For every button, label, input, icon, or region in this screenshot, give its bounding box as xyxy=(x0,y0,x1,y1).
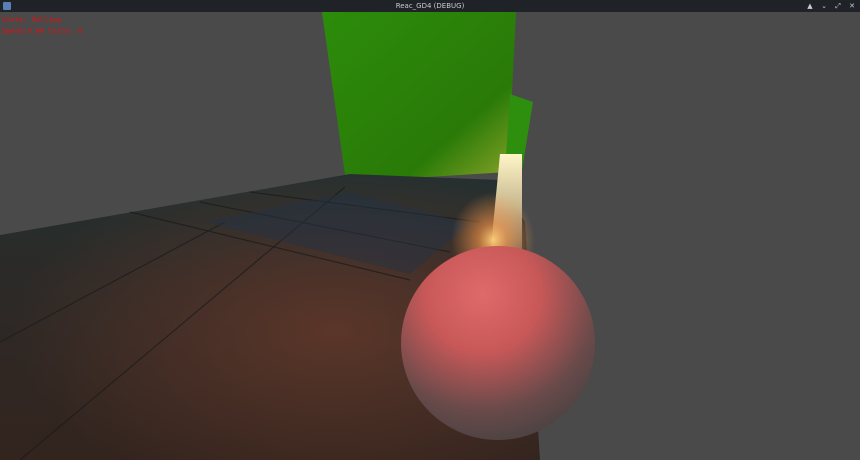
keep-above-icon[interactable]: ▲ xyxy=(806,1,814,11)
scene-render xyxy=(0,12,860,460)
green-wall xyxy=(322,12,516,182)
player-ball xyxy=(401,246,595,440)
maximize-icon[interactable]: ⤢ xyxy=(834,1,842,11)
game-window: Reac_GD4 (DEBUG) ▲ ⌄ ⤢ ✕ State: Rolling … xyxy=(0,0,860,460)
window-controls: ▲ ⌄ ⤢ ✕ xyxy=(806,0,856,12)
state-label: State: Rolling xyxy=(2,16,62,24)
speed-coins-label: Speed:0.00 Coins: 0 xyxy=(2,27,83,35)
window-title: Reac_GD4 (DEBUG) xyxy=(395,2,465,10)
game-viewport[interactable]: State: Rolling Speed:0.00 Coins: 0 xyxy=(0,12,860,460)
close-icon[interactable]: ✕ xyxy=(848,1,856,11)
debug-hud: State: Rolling Speed:0.00 Coins: 0 xyxy=(2,15,82,37)
minimize-icon[interactable]: ⌄ xyxy=(820,1,828,11)
godot-icon xyxy=(3,2,11,10)
